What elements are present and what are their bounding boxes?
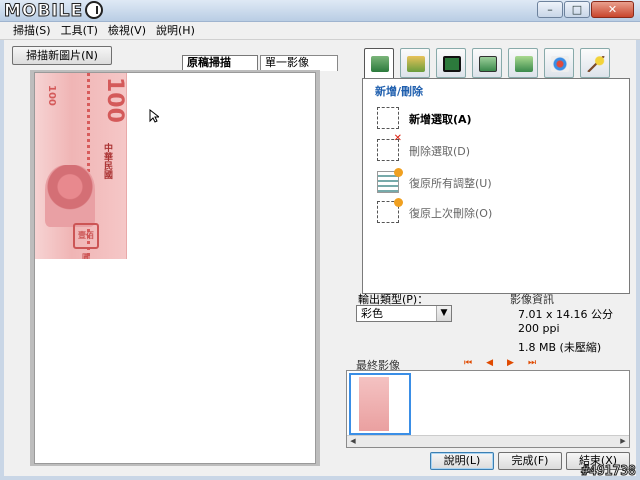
image-adjust-icon[interactable]: [400, 48, 430, 78]
logo-mark-icon: [85, 1, 104, 19]
output-type-select[interactable]: 彩色 ▼: [356, 305, 452, 322]
menu-scan[interactable]: 掃描(S): [8, 22, 56, 39]
panel-title: 新增/刪除: [375, 85, 424, 98]
scan-preview[interactable]: 100 100 中華民國 壹佰圓: [34, 72, 316, 464]
help-button[interactable]: 說明(L): [430, 452, 494, 470]
first-icon[interactable]: ⏮: [464, 358, 472, 368]
banknote-small-value: 100: [46, 85, 57, 106]
menu-view[interactable]: 檢視(V): [103, 22, 151, 39]
sliders-icon: [377, 168, 403, 193]
image-dpi: 200 ppi: [518, 322, 560, 335]
thumbnail-banknote: [359, 377, 389, 431]
select-tool-icon[interactable]: [364, 48, 394, 82]
image-size: 7.01 x 14.16 公分: [518, 308, 613, 321]
tab-original-scan[interactable]: 原稿掃描: [182, 55, 258, 71]
delete-selection-icon: ✕: [377, 133, 402, 161]
menu-tools[interactable]: 工具(T): [56, 22, 103, 39]
thumbnail-nav: ⏮ ◀ ▶ ⏭: [464, 358, 550, 368]
image-filesize: 1.8 MB (未壓縮): [518, 341, 602, 354]
next-icon[interactable]: ▶: [507, 358, 514, 368]
thumbnail[interactable]: [349, 373, 411, 435]
scroll-left-icon[interactable]: ◀: [347, 436, 359, 447]
close-button[interactable]: ✕: [591, 1, 634, 18]
title-bar: MOBILE – □ ✕: [0, 0, 640, 22]
last-icon[interactable]: ⏭: [528, 358, 536, 368]
tab-single-image[interactable]: 單一影像: [260, 55, 338, 71]
done-button[interactable]: 完成(F): [498, 452, 562, 470]
maximize-button[interactable]: □: [564, 1, 590, 18]
app-logo: MOBILE: [3, 1, 104, 22]
resize-icon[interactable]: [472, 48, 502, 78]
image-info-label: 影像資訊: [510, 293, 554, 306]
rotate-icon[interactable]: [508, 48, 538, 78]
banknote-value: 100: [102, 77, 127, 123]
scroll-right-icon[interactable]: ▶: [617, 436, 629, 447]
chevron-down-icon[interactable]: ▼: [436, 306, 451, 321]
add-selection-icon: [377, 107, 399, 129]
scan-new-image-button[interactable]: 掃描新圖片(N): [12, 46, 112, 65]
minimize-button[interactable]: –: [537, 1, 563, 18]
magic-wand-icon[interactable]: [580, 48, 610, 78]
banknote-chars: 中華民國: [102, 143, 112, 179]
window-controls: – □ ✕: [536, 1, 634, 18]
prev-icon[interactable]: ◀: [486, 358, 493, 368]
thumbnail-panel: ◀ ▶: [346, 370, 630, 448]
banknote-image: 100 100 中華民國 壹佰圓: [35, 73, 127, 259]
undo-delete-icon: [377, 198, 403, 223]
menu-help[interactable]: 說明(H): [151, 22, 200, 39]
menu-bar: 掃描(S) 工具(T) 檢視(V) 說明(H): [0, 22, 640, 40]
tool-strip: [364, 48, 616, 82]
mouse-cursor-icon: [149, 109, 159, 123]
selection-panel: 新增/刪除 新增選取(A) ✕ 刪除選取(D) 復原所有調整(U) 復原上次刪除…: [362, 78, 630, 294]
client-area: 掃描新圖片(N) 原稿掃描 單一影像 100 100 中華民國 壹佰圓 新增/刪…: [4, 40, 636, 476]
crop-icon[interactable]: [436, 48, 466, 78]
watermark: #491738: [581, 464, 637, 480]
banknote-seal: 壹佰圓: [73, 223, 99, 259]
horizontal-scrollbar[interactable]: ◀ ▶: [347, 435, 629, 447]
color-balance-icon[interactable]: [544, 48, 574, 78]
portrait: [45, 165, 95, 227]
